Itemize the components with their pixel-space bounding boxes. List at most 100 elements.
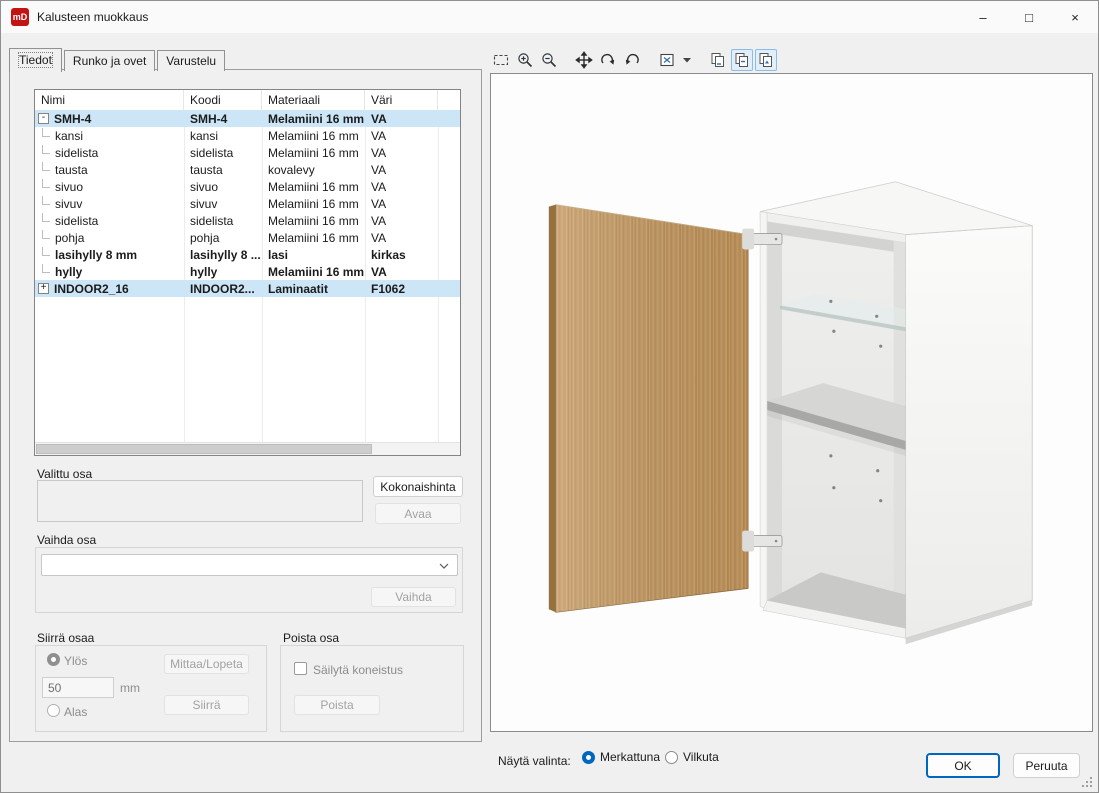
cell-nimi: pohja [55,231,84,245]
siirra-osaa-group: Ylös Mittaa/Lopeta mm Siirrä Alas [35,645,267,732]
scrollbar-thumb[interactable] [36,444,372,454]
view-mode-1-icon[interactable] [707,49,729,71]
view-mode-3-icon[interactable] [755,49,777,71]
siirra-button[interactable]: Siirrä [164,695,249,715]
cell-vari: VA [365,163,438,177]
tab-runko-ja-ovet[interactable]: Runko ja ovet [64,50,155,71]
sailyta-koneistus-label: Säilytä koneistus [313,663,403,677]
maximize-button[interactable]: □ [1006,1,1052,33]
chevron-down-icon [439,558,449,572]
table-row[interactable]: hyllyhyllyMelamiini 16 mmVA [35,263,460,280]
cell-vari: VA [365,231,438,245]
window-title: Kalusteen muokkaus [37,10,148,24]
collapse-icon[interactable]: - [38,113,49,124]
tree-branch-icon [42,179,50,188]
kokonaishinta-button[interactable]: Kokonaishinta [373,476,463,497]
resize-grip[interactable] [1082,777,1092,787]
zoom-in-icon[interactable] [514,49,536,71]
cell-vari: VA [365,129,438,143]
cell-nimi: SMH-4 [54,112,91,126]
distance-input[interactable] [42,677,114,698]
rotate-ccw-icon[interactable] [621,49,643,71]
pan-icon[interactable] [573,49,595,71]
cell-nimi: sivuv [55,197,82,211]
column-header-materiaali[interactable]: Materiaali [262,90,365,110]
cell-materiaali: Melamiini 16 mm [262,180,365,194]
tab-varustelu[interactable]: Varustelu [157,50,225,71]
minimize-button[interactable]: – [960,1,1006,33]
cell-vari: F1062 [365,282,438,296]
sailyta-koneistus-checkbox[interactable] [294,662,307,675]
table-row[interactable]: sidelistasidelistaMelamiini 16 mmVA [35,144,460,161]
horizontal-scrollbar[interactable] [35,442,460,455]
cell-materiaali: Melamiini 16 mm [262,214,365,228]
cell-koodi: sivuo [184,180,262,194]
ylos-radio[interactable] [47,653,60,666]
mittaa-lopeta-button[interactable]: Mittaa/Lopeta [164,654,249,674]
cell-nimi: kansi [55,129,83,143]
tree-branch-icon [42,145,50,154]
cell-materiaali: Laminaatit [262,282,365,296]
zoom-out-icon[interactable] [538,49,560,71]
cell-materiaali: kovalevy [262,163,365,177]
table-row[interactable]: pohjapohjaMelamiini 16 mmVA [35,229,460,246]
merkattuna-radio-row: Merkattuna [582,750,660,764]
tree-branch-icon [42,128,50,137]
merkattuna-radio-label: Merkattuna [600,750,660,764]
tree-branch-icon [42,264,50,273]
alas-radio[interactable] [47,704,60,717]
table-row[interactable]: kansikansiMelamiini 16 mmVA [35,127,460,144]
cell-nimi: sivuo [55,180,83,194]
avaa-button[interactable]: Avaa [375,503,461,524]
expand-icon[interactable]: + [38,283,49,294]
cell-nimi: hylly [55,265,82,279]
cell-nimi: lasihylly 8 mm [55,248,137,262]
table-row[interactable]: sivuvsivuvMelamiini 16 mmVA [35,195,460,212]
ok-button[interactable]: OK [926,753,1000,778]
table-row[interactable]: sivuosivuoMelamiini 16 mmVA [35,178,460,195]
cell-koodi: hylly [184,265,262,279]
parts-table: Nimi Koodi Materiaali Väri -SMH-4SMH-4Me… [34,89,461,456]
tree-branch-icon [42,247,50,256]
replace-part-combobox[interactable] [41,554,458,576]
column-header-koodi[interactable]: Koodi [184,90,262,110]
close-icon: × [1071,10,1079,25]
nayta-valinta-label: Näytä valinta: [498,754,571,768]
viewport-3d[interactable] [490,73,1093,732]
tab-tiedot[interactable]: Tiedot [9,48,62,72]
valittu-osa-label: Valittu osa [37,467,92,481]
cell-nimi: sidelista [55,214,98,228]
cell-koodi: lasihylly 8 ... [184,248,262,262]
cell-materiaali: Melamiini 16 mm [262,112,365,126]
rotate-cw-icon[interactable] [597,49,619,71]
zoom-extents-icon[interactable] [656,49,678,71]
peruuta-button[interactable]: Peruuta [1013,753,1080,778]
view-mode-2-icon[interactable] [731,49,753,71]
zoom-window-icon[interactable] [490,49,512,71]
cell-koodi: pohja [184,231,262,245]
table-row[interactable]: sidelistasidelistaMelamiini 16 mmVA [35,212,460,229]
tab-page-tiedot: Nimi Koodi Materiaali Väri -SMH-4SMH-4Me… [9,69,482,742]
poista-button[interactable]: Poista [294,695,380,715]
tree-branch-icon [42,196,50,205]
vilkuta-radio-label: Vilkuta [683,750,719,764]
cell-koodi: SMH-4 [184,112,262,126]
table-row[interactable]: lasihylly 8 mmlasihylly 8 ...lasikirkas [35,246,460,263]
poista-osa-group: Säilytä koneistus Poista [280,645,464,732]
table-row[interactable]: taustataustakovalevyVA [35,161,460,178]
column-header-nimi[interactable]: Nimi [35,90,184,110]
alas-radio-label: Alas [64,705,87,719]
vilkuta-radio[interactable] [665,751,678,764]
column-header-vari[interactable]: Väri [365,90,438,110]
vaihda-button[interactable]: Vaihda [371,587,456,607]
zoom-extents-dropdown-icon[interactable] [680,49,694,71]
tree-branch-icon [42,213,50,222]
table-row[interactable]: +INDOOR2_16INDOOR2...LaminaatitF1062 [35,280,460,297]
merkattuna-radio[interactable] [582,751,595,764]
cell-koodi: sidelista [184,146,262,160]
close-button[interactable]: × [1052,1,1098,33]
table-row[interactable]: -SMH-4SMH-4Melamiini 16 mmVA [35,110,460,127]
app-icon-text: mD [13,12,28,22]
selected-part-box [37,480,363,522]
cell-vari: VA [365,197,438,211]
